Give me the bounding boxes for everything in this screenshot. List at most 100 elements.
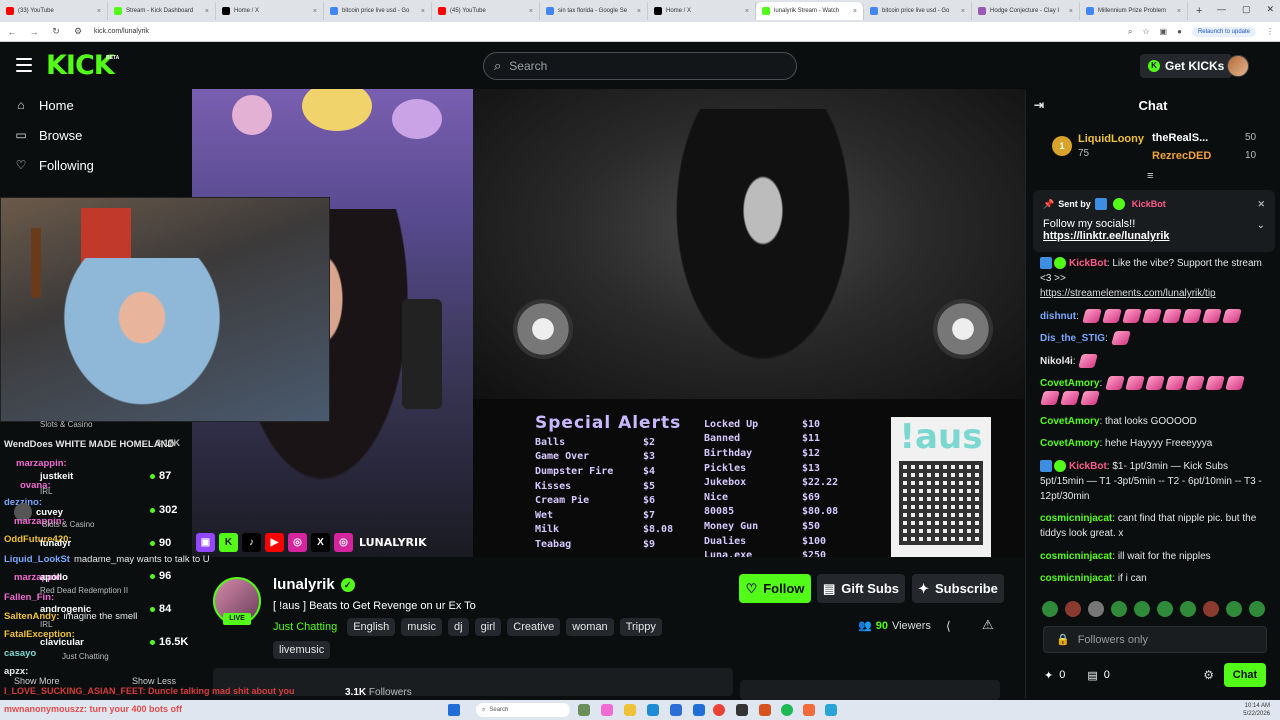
new-tab-icon[interactable]: + bbox=[1188, 5, 1210, 17]
subscribe-button[interactable]: ✦ Subscribe bbox=[912, 574, 1004, 603]
gift-subs-button[interactable]: ▤ Gift Subs bbox=[817, 574, 905, 603]
tag-chip[interactable]: dj bbox=[448, 618, 469, 636]
close-tab-icon[interactable]: × bbox=[97, 8, 101, 15]
taskbar-app-icon[interactable] bbox=[825, 704, 837, 716]
taskbar-search[interactable]: ⌕ Search bbox=[476, 703, 570, 717]
edge-icon[interactable] bbox=[647, 704, 659, 716]
streamer-name[interactable]: lunalyrik ✓ bbox=[273, 576, 355, 593]
tag-chip[interactable]: Trippy bbox=[619, 618, 662, 636]
leader-name[interactable]: LiquidLoony bbox=[1078, 133, 1144, 145]
category-link[interactable]: Just Chatting bbox=[273, 621, 337, 633]
get-kicks-button[interactable]: K Get KICKs bbox=[1140, 54, 1233, 78]
forward-icon[interactable]: → bbox=[28, 27, 40, 37]
spotify-icon[interactable] bbox=[781, 704, 793, 716]
close-tab-icon[interactable]: × bbox=[529, 8, 533, 15]
menu-dots-icon[interactable]: ⋮ bbox=[1266, 27, 1274, 36]
chat-username[interactable]: cosmicninjacat bbox=[1040, 573, 1112, 584]
search-bar[interactable]: ⌕ bbox=[483, 52, 797, 80]
kicks-balance[interactable]: ✦ 0 bbox=[1044, 669, 1065, 682]
show-more-link[interactable]: Show More bbox=[14, 676, 60, 686]
browser-tab[interactable]: (45) YouTube × bbox=[432, 2, 540, 20]
taskbar-app-icon[interactable] bbox=[601, 704, 613, 716]
maximize-icon[interactable]: ▢ bbox=[1242, 4, 1251, 15]
filter-icon[interactable]: ≡ bbox=[1147, 170, 1153, 182]
emote-icon[interactable] bbox=[1249, 601, 1265, 617]
user-avatar[interactable] bbox=[1227, 55, 1249, 77]
url-field[interactable]: kick.com/lunalyrik bbox=[94, 28, 1118, 35]
close-tab-icon[interactable]: × bbox=[313, 8, 317, 15]
unpin-icon[interactable]: ✕ bbox=[1257, 199, 1265, 210]
browser-tab[interactable]: Stream - Kick Dashboard × bbox=[108, 2, 216, 20]
pinned-bot-name[interactable]: KickBot bbox=[1132, 199, 1166, 209]
browser-tab[interactable]: (33) YouTube × bbox=[0, 2, 108, 20]
leader-name[interactable]: RezrecDED bbox=[1152, 150, 1211, 162]
emote-icon[interactable] bbox=[1088, 601, 1104, 617]
emote-icon[interactable] bbox=[1042, 601, 1058, 617]
chat-send-button[interactable]: Chat bbox=[1224, 663, 1266, 687]
close-tab-icon[interactable]: × bbox=[853, 8, 857, 15]
emote-icon[interactable] bbox=[1065, 601, 1081, 617]
taskbar-app-icon[interactable] bbox=[578, 704, 590, 716]
chat-username[interactable]: Nikol4i bbox=[1040, 356, 1073, 367]
browser-tab[interactable]: bitcoin price live usd - Go × bbox=[864, 2, 972, 20]
emote-icon[interactable] bbox=[1134, 601, 1150, 617]
brave-icon[interactable] bbox=[803, 704, 815, 716]
report-icon[interactable]: ⚠ bbox=[982, 617, 994, 633]
emote-icon[interactable] bbox=[1157, 601, 1173, 617]
collapse-chat-icon[interactable]: ⇥ bbox=[1034, 98, 1044, 112]
close-window-icon[interactable]: ✕ bbox=[1266, 4, 1274, 15]
chat-username[interactable]: CovetAmory bbox=[1040, 378, 1099, 389]
chat-username[interactable]: KickBot bbox=[1069, 258, 1107, 269]
site-info-icon[interactable]: ⚙ bbox=[72, 26, 84, 37]
gear-icon[interactable]: ⚙ bbox=[1203, 668, 1214, 682]
chrome-icon[interactable] bbox=[713, 704, 725, 716]
browser-tab[interactable]: lunalyrik Stream - Watch × bbox=[756, 2, 864, 20]
tag-chip[interactable]: woman bbox=[566, 618, 614, 636]
close-tab-icon[interactable]: × bbox=[421, 8, 425, 15]
leader-name[interactable]: theRealS... bbox=[1152, 132, 1208, 144]
emote-icon[interactable] bbox=[1203, 601, 1219, 617]
sidebar-item-following[interactable]: ♡ Following bbox=[0, 150, 190, 180]
hamburger-menu-icon[interactable] bbox=[16, 58, 32, 72]
chat-username[interactable]: CovetAmory bbox=[1040, 416, 1099, 427]
tag-chip[interactable]: livemusic bbox=[273, 641, 331, 659]
chat-username[interactable]: CovetAmory bbox=[1040, 438, 1099, 449]
close-tab-icon[interactable]: × bbox=[961, 8, 965, 15]
emote-icon[interactable] bbox=[1226, 601, 1242, 617]
zoom-icon[interactable]: ⌕ bbox=[1128, 27, 1132, 37]
share-icon[interactable]: ⟨ bbox=[946, 619, 951, 633]
expand-pinned-icon[interactable]: ⌄ bbox=[1257, 220, 1265, 231]
taskbar-clock[interactable]: 10:14 AM 5/22/2026 bbox=[1243, 702, 1270, 718]
browser-tab[interactable]: Millennium Prize Problem × bbox=[1080, 2, 1188, 20]
close-tab-icon[interactable]: × bbox=[1177, 8, 1181, 15]
tag-chip[interactable]: girl bbox=[474, 618, 502, 636]
taskbar-app-icon[interactable] bbox=[693, 704, 705, 716]
close-tab-icon[interactable]: × bbox=[637, 8, 641, 15]
chat-link[interactable]: https://streamelements.com/lunalyrik/tip bbox=[1040, 288, 1216, 299]
folder-icon[interactable] bbox=[624, 704, 636, 716]
sidebar-item-home[interactable]: ⌂ Home bbox=[0, 90, 190, 120]
emote-icon[interactable] bbox=[1111, 601, 1127, 617]
tag-chip[interactable]: Creative bbox=[507, 618, 561, 636]
tag-chip[interactable]: music bbox=[401, 618, 443, 636]
search-input[interactable] bbox=[509, 59, 786, 73]
show-less-link[interactable]: Show Less bbox=[132, 676, 176, 686]
browser-tab[interactable]: Home / X × bbox=[216, 2, 324, 20]
back-icon[interactable]: ← bbox=[6, 27, 18, 37]
sidebar-item-browse[interactable]: ▭ Browse bbox=[0, 120, 190, 150]
browser-tab[interactable]: sin tax florida - Google Se × bbox=[540, 2, 648, 20]
profile-icon[interactable]: ● bbox=[1177, 27, 1182, 36]
extension-icon[interactable]: ▣ bbox=[1160, 27, 1168, 36]
minimize-icon[interactable]: — bbox=[1217, 4, 1226, 15]
close-tab-icon[interactable]: × bbox=[745, 8, 749, 15]
close-tab-icon[interactable]: × bbox=[1069, 8, 1073, 15]
gift-balance[interactable]: ▤ 0 bbox=[1087, 669, 1110, 682]
taskbar-app-icon[interactable] bbox=[670, 704, 682, 716]
emote-icon[interactable] bbox=[1180, 601, 1196, 617]
tag-chip[interactable]: English bbox=[347, 618, 396, 636]
reload-icon[interactable]: ↻ bbox=[50, 26, 62, 37]
chat-username[interactable]: KickBot bbox=[1069, 461, 1107, 472]
browser-tab[interactable]: Home / X × bbox=[648, 2, 756, 20]
chat-username[interactable]: cosmicninjacat bbox=[1040, 551, 1112, 562]
chat-username[interactable]: cosmicninjacat bbox=[1040, 513, 1112, 524]
